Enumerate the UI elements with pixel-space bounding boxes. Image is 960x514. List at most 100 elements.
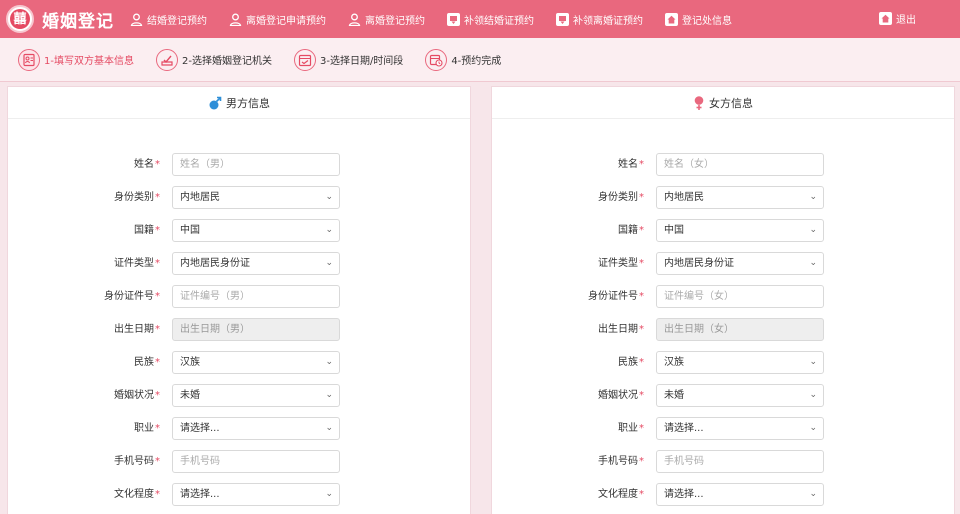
form-row: 证件类型* 内地居民身份证 ⌄ (8, 252, 472, 276)
field-label: 国籍* (134, 219, 160, 243)
male-ethnicity-select[interactable]: 汉族 ⌄ (172, 351, 340, 374)
male-id-number-field[interactable]: 证件编号（男） (172, 285, 340, 308)
nav-marriage-booking[interactable]: 结婚登记预约 (130, 12, 207, 27)
form-row: 身份类别* 内地居民 ⌄ (492, 186, 956, 210)
field-value: 中国 (180, 225, 200, 236)
field-label: 身份类别* (598, 186, 644, 210)
required-mark: * (155, 291, 160, 302)
form-row: 身份类别* 内地居民 ⌄ (8, 186, 472, 210)
nav-reissue-divorce-cert[interactable]: 补领离婚证预约 (556, 12, 643, 27)
field-label-text: 婚姻状况 (598, 390, 638, 401)
field-label-text: 身份证件号 (588, 291, 638, 302)
nav-divorce-booking[interactable]: 离婚登记预约 (348, 12, 425, 27)
field-label-text: 国籍 (618, 225, 638, 236)
app-logo[interactable]: 囍 婚姻登记 (6, 5, 114, 33)
nav-label: 登记处信息 (682, 15, 732, 27)
required-mark: * (155, 357, 160, 368)
chevron-down-icon: ⌄ (325, 390, 333, 400)
field-label-text: 身份类别 (598, 192, 638, 203)
logout-button[interactable]: 退出 (879, 11, 916, 26)
chevron-down-icon: ⌄ (809, 192, 817, 202)
required-mark: * (639, 423, 644, 434)
female-occupation-select[interactable]: 请选择... ⌄ (656, 417, 824, 440)
required-mark: * (155, 225, 160, 236)
male-education-select[interactable]: 请选择... ⌄ (172, 483, 340, 506)
marriage-logo-icon: 囍 (6, 5, 34, 33)
step-4[interactable]: 4-预约完成 (425, 48, 501, 71)
female-id-category-select[interactable]: 内地居民 ⌄ (656, 186, 824, 209)
female-phone-field[interactable]: 手机号码 (656, 450, 824, 473)
chevron-down-icon: ⌄ (325, 423, 333, 433)
logout-label: 退出 (896, 15, 916, 26)
step-1[interactable]: 1-填写双方基本信息 (18, 48, 134, 71)
required-mark: * (155, 489, 160, 500)
field-label-text: 手机号码 (598, 456, 638, 467)
required-mark: * (155, 159, 160, 170)
male-nationality-select[interactable]: 中国 ⌄ (172, 219, 340, 242)
form-row: 文化程度* 请选择... ⌄ (492, 483, 956, 507)
nav-office-info[interactable]: 登记处信息 (665, 12, 732, 27)
male-phone-field[interactable]: 手机号码 (172, 450, 340, 473)
field-value: 请选择... (664, 489, 704, 500)
field-label-text: 出生日期 (114, 324, 154, 335)
nav-divorce-application-booking[interactable]: 离婚登记申请预约 (229, 12, 326, 27)
female-name-field[interactable]: 姓名（女） (656, 153, 824, 176)
form-icon (18, 48, 40, 71)
field-label: 证件类型* (598, 252, 644, 276)
male-name-field[interactable]: 姓名（男） (172, 153, 340, 176)
field-value: 请选择... (180, 489, 220, 500)
female-education-select[interactable]: 请选择... ⌄ (656, 483, 824, 506)
field-label-text: 婚姻状况 (114, 390, 154, 401)
panel-title: 女方信息 (709, 96, 753, 110)
required-mark: * (155, 456, 160, 467)
calendar-clock-icon (425, 48, 448, 71)
female-birth-date-field: 出生日期（女） (656, 318, 824, 341)
required-mark: * (639, 225, 644, 236)
form-row: 民族* 汉族 ⌄ (492, 351, 956, 375)
nav-label: 补领结婚证预约 (464, 15, 534, 27)
field-label-text: 出生日期 (598, 324, 638, 335)
field-value: 手机号码 (664, 456, 704, 467)
male-info-panel: 男方信息 姓名* 姓名（男） 身份类别* 内地居民 ⌄ 国籍* 中国 ⌄ 证件类型* 内地居民身份… (7, 86, 471, 514)
form-row: 出生日期* 出生日期（男） (8, 318, 472, 342)
form-row: 手机号码* 手机号码 (492, 450, 956, 474)
field-label-text: 身份证件号 (104, 291, 154, 302)
form-row: 身份证件号* 证件编号（女） (492, 285, 956, 309)
step-2[interactable]: 2-选择婚姻登记机关 (155, 48, 272, 71)
field-value: 证件编号（男） (180, 291, 250, 302)
main-nav: 结婚登记预约 离婚登记申请预约 离婚登记预约 补领结婚证预约 补领离婚证预约 登… (130, 12, 754, 27)
required-mark: * (639, 489, 644, 500)
chevron-down-icon: ⌄ (325, 192, 333, 202)
chevron-down-icon: ⌄ (325, 258, 333, 268)
female-marital-status-select[interactable]: 未婚 ⌄ (656, 384, 824, 407)
top-nav-bar: 囍 婚姻登记 结婚登记预约 离婚登记申请预约 离婚登记预约 补领结婚证预约 补领… (0, 0, 960, 38)
field-label-text: 证件类型 (598, 258, 638, 269)
field-label: 文化程度* (598, 483, 644, 507)
field-label: 证件类型* (114, 252, 160, 276)
chevron-down-icon: ⌄ (809, 225, 817, 235)
male-id-category-select[interactable]: 内地居民 ⌄ (172, 186, 340, 209)
male-marital-status-select[interactable]: 未婚 ⌄ (172, 384, 340, 407)
step-3[interactable]: 3-选择日期/时间段 (293, 48, 403, 71)
required-mark: * (639, 192, 644, 203)
field-label: 姓名* (134, 153, 160, 177)
form-row: 文化程度* 请选择... ⌄ (8, 483, 472, 507)
female-ethnicity-select[interactable]: 汉族 ⌄ (656, 351, 824, 374)
form-row: 国籍* 中国 ⌄ (8, 219, 472, 243)
home-icon (665, 12, 678, 26)
field-label-text: 证件类型 (114, 258, 154, 269)
male-document-type-select[interactable]: 内地居民身份证 ⌄ (172, 252, 340, 275)
required-mark: * (639, 258, 644, 269)
field-value: 手机号码 (180, 456, 220, 467)
female-icon (693, 95, 705, 111)
field-value: 中国 (664, 225, 684, 236)
female-nationality-select[interactable]: 中国 ⌄ (656, 219, 824, 242)
nav-reissue-marriage-cert[interactable]: 补领结婚证预约 (447, 12, 534, 27)
required-mark: * (155, 390, 160, 401)
required-mark: * (639, 357, 644, 368)
male-occupation-select[interactable]: 请选择... ⌄ (172, 417, 340, 440)
female-document-type-select[interactable]: 内地居民身份证 ⌄ (656, 252, 824, 275)
female-id-number-field[interactable]: 证件编号（女） (656, 285, 824, 308)
form-row: 民族* 汉族 ⌄ (8, 351, 472, 375)
field-label: 民族* (134, 351, 160, 375)
